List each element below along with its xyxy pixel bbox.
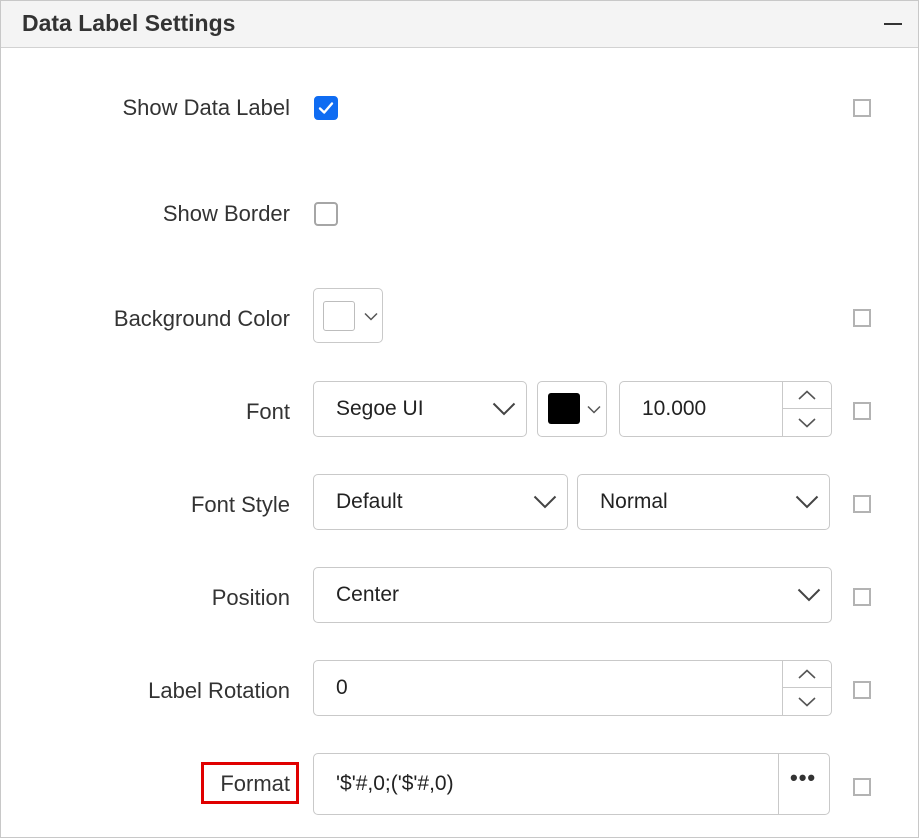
format-label: Format <box>220 771 290 796</box>
chevron-down-icon <box>364 312 378 321</box>
font-family-dropdown[interactable]: Segoe UI <box>313 381 527 437</box>
chevron-down-icon <box>587 405 601 414</box>
label-rotation-increment-button[interactable] <box>783 661 831 688</box>
font-style-side-checkbox[interactable] <box>853 495 871 513</box>
font-size-spinner <box>782 382 831 436</box>
chevron-up-icon <box>798 390 816 400</box>
show-data-label-side-checkbox[interactable] <box>853 99 871 117</box>
label-rotation-spinner <box>782 661 831 715</box>
font-weight-value: Normal <box>600 490 668 513</box>
format-options-button[interactable]: ••• <box>778 754 829 814</box>
label-rotation-decrement-button[interactable] <box>783 688 831 715</box>
format-value: '$'#,0;('$'#,0) <box>336 772 454 795</box>
background-color-picker[interactable] <box>313 288 383 343</box>
font-style-value: Default <box>336 490 403 513</box>
chevron-down-icon <box>798 696 816 707</box>
format-side-checkbox[interactable] <box>853 778 871 796</box>
background-color-label: Background Color <box>113 306 290 331</box>
background-color-swatch <box>323 301 355 331</box>
font-style-dropdown[interactable]: Default <box>313 474 568 530</box>
font-style-label: Font Style <box>190 492 290 517</box>
panel-title: Data Label Settings <box>22 10 236 36</box>
font-size-value: 10.000 <box>642 397 707 420</box>
show-data-label-checkbox[interactable] <box>314 96 338 120</box>
label-rotation-label: Label Rotation <box>148 678 290 703</box>
font-color-picker[interactable] <box>537 381 607 437</box>
checkmark-icon <box>318 102 334 114</box>
background-color-side-checkbox[interactable] <box>853 309 871 327</box>
chevron-down-icon <box>798 417 816 428</box>
more-options-icon: ••• <box>790 765 817 790</box>
position-label: Position <box>211 585 290 610</box>
position-side-checkbox[interactable] <box>853 588 871 606</box>
show-border-checkbox[interactable] <box>314 202 338 226</box>
position-dropdown[interactable]: Center <box>313 567 832 623</box>
show-border-label: Show Border <box>162 201 290 226</box>
font-size-increment-button[interactable] <box>783 382 831 409</box>
chevron-down-icon <box>795 495 819 509</box>
font-size-decrement-button[interactable] <box>783 409 831 436</box>
position-value: Center <box>336 583 400 606</box>
font-family-value: Segoe UI <box>336 397 424 420</box>
font-side-checkbox[interactable] <box>853 402 871 420</box>
chevron-down-icon <box>492 402 516 416</box>
font-label: Font <box>245 399 290 424</box>
font-weight-dropdown[interactable]: Normal <box>577 474 830 530</box>
label-rotation-input[interactable]: 0 <box>313 660 832 716</box>
show-data-label-label: Show Data Label <box>122 95 290 120</box>
collapse-button[interactable] <box>880 9 906 35</box>
chevron-down-icon <box>533 495 557 509</box>
format-input[interactable]: '$'#,0;('$'#,0) ••• <box>313 753 830 815</box>
chevron-down-icon <box>797 588 821 602</box>
font-color-swatch <box>548 393 580 424</box>
panel-header: Data Label Settings <box>1 1 918 48</box>
font-size-input[interactable]: 10.000 <box>619 381 832 437</box>
chevron-up-icon <box>798 669 816 679</box>
label-rotation-value: 0 <box>336 676 348 699</box>
data-label-settings-panel: Data Label Settings Show Data Label Show… <box>0 0 919 838</box>
label-rotation-side-checkbox[interactable] <box>853 681 871 699</box>
